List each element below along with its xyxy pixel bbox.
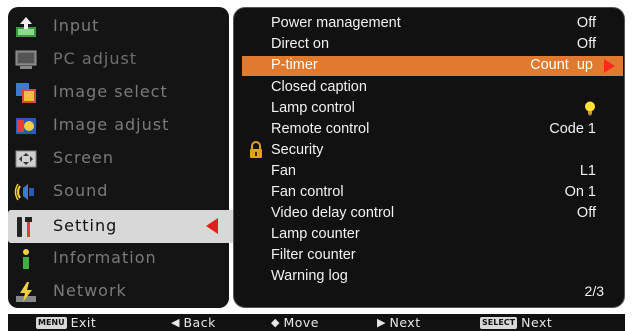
row-label: Lamp counter <box>271 226 360 242</box>
menu-item-pc-adjust[interactable]: PC adjust <box>8 43 229 76</box>
row-label: Fan control <box>271 184 344 200</box>
row-label: Lamp control <box>271 100 355 116</box>
menu-item-network[interactable]: Network <box>8 275 229 308</box>
row-value: L1 <box>579 163 596 179</box>
menu-item-label: Information <box>53 248 157 267</box>
row-value: Code 1 <box>549 121 596 137</box>
up-down-arrow-icon: ◆ <box>271 316 280 329</box>
row-security[interactable]: Security <box>234 140 626 161</box>
menu-item-label: Image adjust <box>53 115 170 134</box>
input-icon <box>13 14 39 40</box>
row-value: Count up <box>530 57 593 73</box>
hint-next[interactable]: ▶ Next <box>377 315 421 330</box>
row-label: P-timer <box>271 57 318 73</box>
hint-exit[interactable]: MENU Exit <box>36 315 96 330</box>
page-indicator: 2/3 <box>584 283 604 299</box>
projector-osd: Input PC adjust Image select Image adjus… <box>0 0 633 331</box>
information-icon <box>13 246 39 272</box>
lamp-bulb-icon <box>584 101 596 116</box>
setting-icon <box>13 214 39 240</box>
row-lamp-control[interactable]: Lamp control <box>234 98 626 119</box>
row-remote-control[interactable]: Remote control Code 1 <box>234 119 626 140</box>
row-value: Off <box>576 15 596 31</box>
row-label: Security <box>271 142 324 158</box>
menu-item-label: Network <box>53 281 127 300</box>
bottom-hint-bar: MENU Exit ◀ Back ◆ Move ▶ Next SELECT Ne… <box>8 314 625 331</box>
row-value: Off <box>576 205 596 221</box>
image-adjust-icon <box>13 113 39 139</box>
menu-item-screen[interactable]: Screen <box>8 142 229 175</box>
menu-item-image-select[interactable]: Image select <box>8 76 229 109</box>
menu-item-label: Screen <box>53 148 115 167</box>
menu-item-label: PC adjust <box>53 49 138 68</box>
select-key-icon: SELECT <box>480 316 518 329</box>
screen-icon <box>13 146 39 172</box>
hint-back[interactable]: ◀ Back <box>171 315 216 330</box>
hint-select[interactable]: SELECT Next <box>480 315 552 330</box>
row-value: On 1 <box>564 184 596 200</box>
sound-icon <box>13 179 39 205</box>
row-lamp-counter[interactable]: Lamp counter <box>234 224 626 245</box>
menu-item-label: Setting <box>53 216 118 235</box>
row-fan-control[interactable]: Fan control On 1 <box>234 182 626 203</box>
menu-item-input[interactable]: Input <box>8 10 229 43</box>
row-label: Video delay control <box>271 205 395 221</box>
hint-move[interactable]: ◆ Move <box>271 315 319 330</box>
menu-item-label: Sound <box>53 181 109 200</box>
menu-item-sound[interactable]: Sound <box>8 175 229 208</box>
setting-submenu: Power management Off Direct on Off P-tim… <box>233 7 625 308</box>
row-label: Warning log <box>271 268 348 284</box>
left-arrow-icon: ◀ <box>171 316 180 329</box>
selected-arrow-icon <box>206 218 218 234</box>
pc-adjust-icon <box>13 47 39 73</box>
row-label: Direct on <box>271 36 330 52</box>
row-label: Closed caption <box>271 79 367 95</box>
row-direct-on[interactable]: Direct on Off <box>234 34 626 55</box>
network-icon <box>13 279 39 305</box>
row-label: Power management <box>271 15 401 31</box>
row-video-delay-control[interactable]: Video delay control Off <box>234 203 626 224</box>
row-label: Fan <box>271 163 296 179</box>
row-label: Remote control <box>271 121 370 137</box>
menu-key-icon: MENU <box>36 316 67 329</box>
main-menu: Input PC adjust Image select Image adjus… <box>8 7 229 308</box>
row-filter-counter[interactable]: Filter counter <box>234 245 626 266</box>
row-warning-log[interactable]: Warning log <box>234 266 626 287</box>
right-arrow-icon: ▶ <box>377 316 386 329</box>
row-label: Filter counter <box>271 247 356 263</box>
row-power-management[interactable]: Power management Off <box>234 13 626 34</box>
menu-item-image-adjust[interactable]: Image adjust <box>8 109 229 142</box>
row-fan[interactable]: Fan L1 <box>234 161 626 182</box>
row-closed-caption[interactable]: Closed caption <box>234 77 626 98</box>
menu-item-label: Input <box>53 16 100 35</box>
row-p-timer[interactable]: P-timer Count up <box>242 56 623 76</box>
lock-icon <box>247 141 265 159</box>
menu-item-information[interactable]: Information <box>8 242 229 275</box>
image-select-icon <box>13 80 39 106</box>
menu-item-setting[interactable]: Setting <box>8 210 229 243</box>
menu-item-label: Image select <box>53 82 168 101</box>
right-arrow-icon <box>604 59 615 73</box>
row-value: Off <box>576 36 596 52</box>
